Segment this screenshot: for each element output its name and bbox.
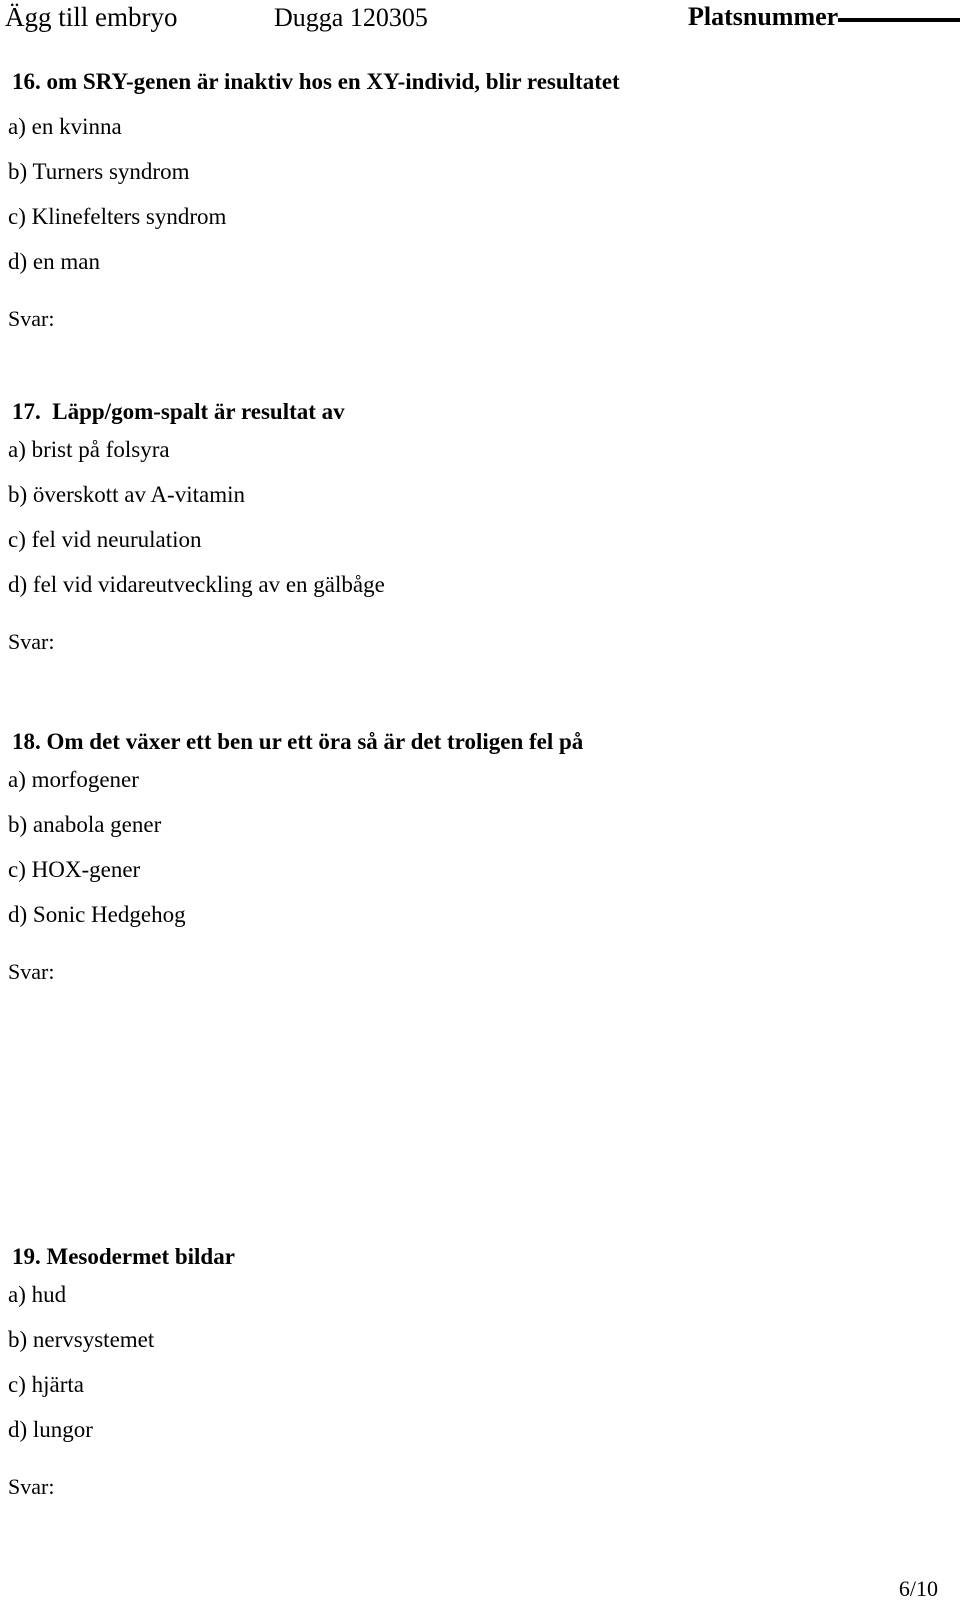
question-17-answer-label: Svar: [8, 629, 55, 654]
question-17-heading: 17. Läpp/gom-spalt är resultat av [12, 399, 345, 424]
question-19-option-d[interactable]: d) lungor [0, 1416, 940, 1444]
seat-number-field: Platsnummer [688, 2, 960, 32]
question-16-option-b[interactable]: b) Turners syndrom [0, 158, 940, 186]
question-block-19: 19. Mesodermet bildar a) hud b) nervsyst… [0, 1243, 940, 1500]
question-17-option-b[interactable]: b) överskott av A-vitamin [0, 481, 940, 509]
question-block-18: 18. Om det växer ett ben ur ett öra så ä… [0, 728, 940, 985]
question-17-option-d[interactable]: d) fel vid vidareutveckling av en gälbåg… [0, 571, 940, 599]
question-19-heading: 19. Mesodermet bildar [12, 1244, 235, 1269]
question-19-answer-label: Svar: [8, 1474, 55, 1499]
question-16-option-d[interactable]: d) en man [0, 248, 940, 276]
document-page: Ägg till embryo Dugga 120305 Platsnummer… [0, 0, 960, 1620]
question-16-option-a[interactable]: a) en kvinna [0, 113, 940, 141]
document-title: Ägg till embryo [5, 2, 178, 32]
question-18-option-d[interactable]: d) Sonic Hedgehog [0, 901, 940, 929]
question-17-option-a[interactable]: a) brist på folsyra [0, 436, 940, 464]
document-header: Ägg till embryo Dugga 120305 Platsnummer [0, 0, 960, 44]
seat-number-label: Platsnummer [688, 2, 839, 31]
question-17-option-c[interactable]: c) fel vid neurulation [0, 526, 940, 554]
question-16-heading: 16. om SRY-genen är inaktiv hos en XY-in… [12, 69, 620, 94]
question-16-option-c[interactable]: c) Klinefelters syndrom [0, 203, 940, 231]
question-19-option-a[interactable]: a) hud [0, 1281, 940, 1309]
question-block-17: 17. Läpp/gom-spalt är resultat av a) bri… [0, 398, 940, 655]
question-18-heading: 18. Om det växer ett ben ur ett öra så ä… [12, 729, 584, 754]
question-19-option-c[interactable]: c) hjärta [0, 1371, 940, 1399]
seat-number-blank[interactable] [838, 18, 960, 22]
question-19-option-b[interactable]: b) nervsystemet [0, 1326, 940, 1354]
question-18-option-b[interactable]: b) anabola gener [0, 811, 940, 839]
question-18-option-c[interactable]: c) HOX-gener [0, 856, 940, 884]
page-number: 6/10 [898, 1576, 938, 1601]
question-18-answer-label: Svar: [8, 959, 55, 984]
exam-identifier: Dugga 120305 [274, 3, 428, 32]
question-block-16: 16. om SRY-genen är inaktiv hos en XY-in… [0, 68, 940, 332]
question-18-option-a[interactable]: a) morfogener [0, 766, 940, 794]
question-16-answer-label: Svar: [8, 306, 55, 331]
